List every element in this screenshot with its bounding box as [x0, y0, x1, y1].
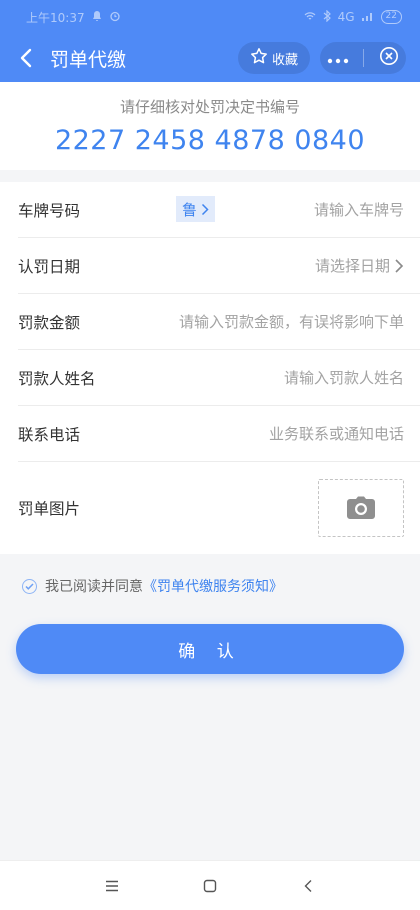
close-icon[interactable] [379, 46, 399, 70]
signal-icon [361, 10, 375, 25]
navigation-bar: 罚单代缴 收藏 [0, 34, 420, 82]
status-time: 上午10:37 [26, 10, 85, 25]
camera-icon [347, 496, 375, 519]
photo-label: 罚单图片 [18, 500, 81, 518]
amount-row: 罚款金额 请输入罚款金额，有误将影响下单 [18, 294, 420, 350]
chevron-right-icon [201, 203, 209, 215]
mini-program-capsule [320, 42, 406, 74]
capsule-divider [363, 49, 365, 67]
payment-form: 车牌号码 鲁 请输入车牌号 认罚日期 请选择日期 罚款金额 请输入罚款金额，有误… [0, 182, 420, 554]
chevron-right-icon [395, 258, 404, 273]
checkbox-icon[interactable] [22, 578, 37, 594]
amount-input[interactable]: 请输入罚款金额，有误将影响下单 [179, 311, 404, 332]
date-row[interactable]: 认罚日期 请选择日期 [18, 238, 420, 294]
date-placeholder: 请选择日期 [314, 257, 390, 275]
agreement-text: 我已阅读并同意 [45, 579, 143, 595]
date-picker[interactable]: 请选择日期 [315, 255, 404, 276]
confirm-button[interactable]: 确 认 [16, 624, 404, 674]
bluetooth-icon [322, 9, 332, 25]
network-type: 4G [337, 10, 355, 24]
home-icon[interactable] [198, 874, 222, 898]
name-row: 罚款人姓名 请输入罚款人姓名 [18, 350, 420, 406]
alarm-icon [109, 10, 121, 25]
battery-indicator: 22 [380, 10, 402, 24]
agreement: 我已阅读并同意 《罚单代缴服务须知》 [0, 554, 420, 596]
favorite-button[interactable]: 收藏 [237, 42, 310, 74]
phone-label: 联系电话 [18, 425, 81, 444]
plate-input[interactable]: 请输入车牌号 [314, 199, 404, 220]
plate-row: 车牌号码 鲁 请输入车牌号 [18, 182, 420, 238]
phone-input[interactable]: 业务联系或通知电话 [269, 423, 404, 444]
name-label: 罚款人姓名 [18, 369, 96, 388]
status-bar: 上午10:37 4G 22 [0, 0, 420, 34]
page-title: 罚单代缴 [50, 48, 127, 71]
star-icon [250, 47, 268, 69]
system-navigation-bar [0, 860, 420, 910]
bell-icon [91, 10, 103, 25]
favorite-label: 收藏 [271, 52, 298, 68]
ticket-number: 2227 2458 4878 0840 [54, 125, 366, 156]
more-icon[interactable] [327, 49, 349, 68]
name-input[interactable]: 请输入罚款人姓名 [284, 367, 404, 388]
back-arrow-icon[interactable] [14, 46, 38, 70]
province-value: 鲁 [182, 200, 198, 219]
plate-label: 车牌号码 [18, 201, 81, 220]
app-header: 上午10:37 4G 22 罚单代缴 收藏 [0, 0, 420, 82]
menu-icon[interactable] [100, 874, 124, 898]
photo-row: 罚单图片 [18, 462, 420, 554]
photo-upload[interactable] [318, 479, 404, 537]
province-selector[interactable]: 鲁 [176, 196, 216, 222]
phone-row: 联系电话 业务联系或通知电话 [18, 406, 420, 462]
date-label: 认罚日期 [18, 257, 81, 276]
ticket-number-card: 请仔细核对处罚决定书编号 2227 2458 4878 0840 [0, 82, 420, 170]
wifi-icon [304, 10, 316, 25]
amount-label: 罚款金额 [18, 313, 81, 332]
agreement-link[interactable]: 《罚单代缴服务须知》 [143, 576, 283, 596]
system-back-icon[interactable] [296, 874, 320, 898]
ticket-hint: 请仔细核对处罚决定书编号 [119, 98, 300, 116]
